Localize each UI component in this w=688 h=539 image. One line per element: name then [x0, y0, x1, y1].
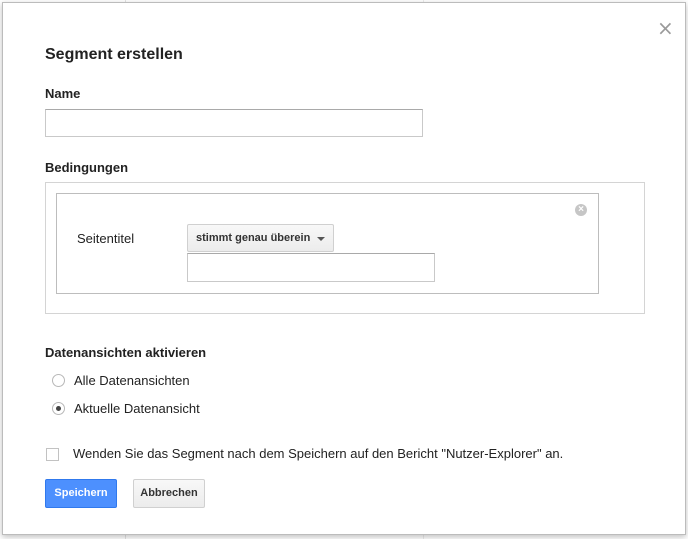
save-button[interactable]: Speichern	[45, 479, 117, 508]
apply-to-report-label: Wenden Sie das Segment nach dem Speicher…	[73, 446, 564, 461]
chevron-down-icon	[317, 237, 325, 241]
condition-value-input[interactable]	[187, 253, 435, 282]
radio-button[interactable]	[52, 374, 65, 387]
conditions-container: × Seitentitel stimmt genau überein	[45, 182, 645, 314]
dialog-title: Segment erstellen	[45, 46, 183, 63]
condition-field: Seitentitel	[77, 231, 135, 246]
name-input[interactable]	[45, 109, 423, 137]
name-label: Name	[45, 86, 81, 101]
condition-operator-dropdown[interactable]: stimmt genau überein	[187, 224, 334, 252]
radio-label: Aktuelle Datenansicht	[74, 401, 200, 416]
remove-circle-icon[interactable]: ×	[575, 204, 587, 216]
conditions-label: Bedingungen	[45, 160, 129, 175]
create-segment-dialog: × Segment erstellen Name Bedingungen × S…	[2, 2, 686, 535]
condition-row: × Seitentitel stimmt genau überein	[56, 193, 599, 294]
views-label: Datenansichten aktivieren	[45, 345, 207, 360]
radio-label: Alle Datenansichten	[74, 373, 190, 388]
cancel-button[interactable]: Abbrechen	[133, 479, 205, 508]
condition-operator-label: stimmt genau überein	[196, 232, 311, 244]
close-icon[interactable]: ×	[657, 18, 674, 38]
radio-button[interactable]	[52, 402, 65, 415]
apply-to-report-checkbox[interactable]	[46, 448, 59, 461]
